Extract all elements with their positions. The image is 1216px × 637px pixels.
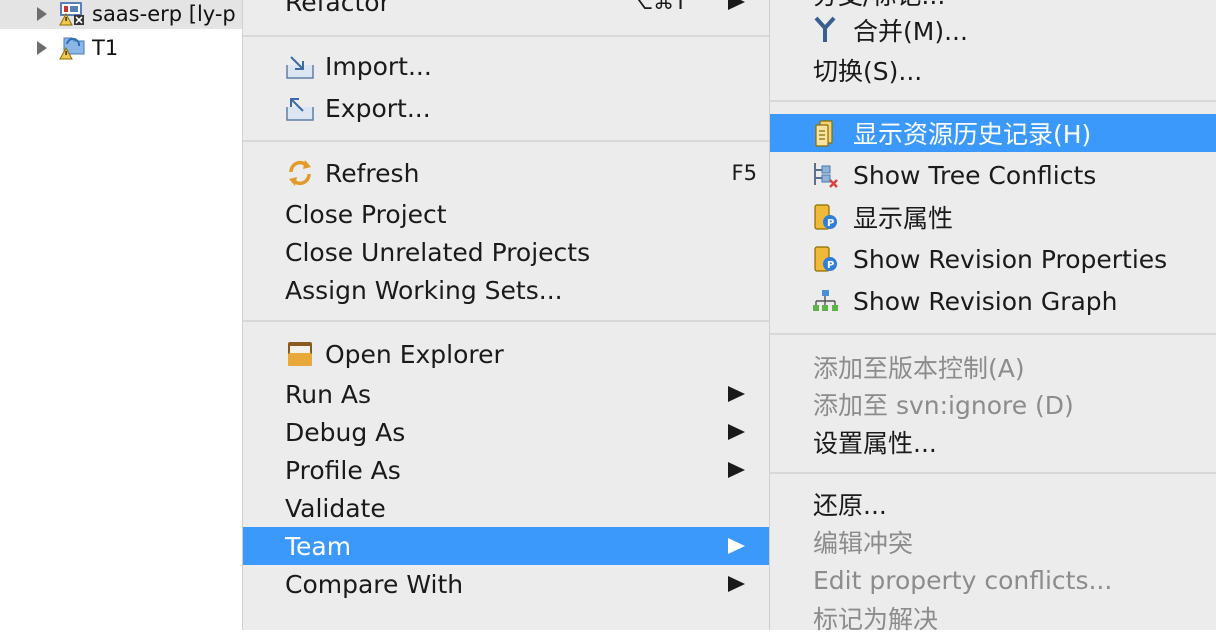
menu-item-label: Profile As: [285, 455, 401, 485]
project-warning-icon: [58, 36, 88, 60]
menu-item-label: 设置属性...: [813, 429, 937, 458]
menu-item-refresh[interactable]: Refresh F5: [243, 154, 769, 192]
submenu-arrow-icon: [728, 462, 745, 478]
menu-item-label: 添加至 svn:ignore (D): [813, 391, 1074, 420]
menu-item-export[interactable]: Export...: [243, 89, 769, 127]
submenu-item-merge[interactable]: 合并(M)...: [770, 11, 1216, 49]
menu-item-close-unrelated-projects[interactable]: Close Unrelated Projects: [243, 233, 769, 271]
menu-item-profile-as[interactable]: Profile As: [243, 451, 769, 489]
menu-item-label: Close Project: [285, 199, 447, 229]
expand-arrow-icon[interactable]: [37, 7, 47, 21]
menu-separator: [243, 140, 769, 142]
expand-arrow-icon[interactable]: [37, 41, 47, 55]
menu-item-shortcut: F5: [731, 161, 757, 185]
menu-item-label: Compare With: [285, 569, 464, 599]
tree-item-label: T1: [92, 36, 119, 60]
menu-item-shortcut: ⌥⌘T: [628, 0, 687, 14]
menu-item-team[interactable]: Team: [243, 527, 769, 565]
menu-item-label: Close Unrelated Projects: [285, 237, 591, 267]
menu-item-label: Validate: [285, 493, 386, 523]
submenu-item-switch[interactable]: 切换(S)...: [770, 51, 1216, 89]
import-icon: [285, 51, 315, 81]
submenu-item-add-to-version-control[interactable]: 添加至版本控制(A): [770, 348, 1216, 386]
submenu-item-show-history[interactable]: 显示资源历史记录(H): [770, 114, 1216, 152]
submenu-item-mark-resolved[interactable]: 标记为解决: [770, 599, 1216, 637]
menu-item-refactor[interactable]: Refactor ⌥⌘T: [243, 0, 769, 21]
submenu-item-edit-property-conflicts[interactable]: Edit property conflicts...: [770, 561, 1216, 599]
menu-item-label: Export...: [325, 93, 431, 123]
tree-item-saas-erp[interactable]: saas-erp [ly-p: [0, 0, 242, 29]
revision-properties-icon: P: [810, 244, 840, 274]
menu-item-label: Assign Working Sets...: [285, 275, 563, 305]
tree-item-label: saas-erp [ly-p: [92, 2, 236, 26]
menu-item-import[interactable]: Import...: [243, 47, 769, 85]
submenu-item-set-property[interactable]: 设置属性...: [770, 423, 1216, 461]
menu-item-close-project[interactable]: Close Project: [243, 195, 769, 233]
menu-item-label: 显示资源历史记录(H): [853, 120, 1092, 149]
tree-item-t1[interactable]: T1: [0, 33, 242, 63]
menu-item-label: 添加至版本控制(A): [813, 354, 1025, 383]
menu-item-label: 还原...: [813, 491, 887, 520]
menu-item-label: Show Tree Conflicts: [853, 160, 1097, 190]
menu-separator: [243, 320, 769, 322]
properties-icon: P: [810, 202, 840, 232]
export-icon: [285, 93, 315, 123]
submenu-item-show-revision-properties[interactable]: P Show Revision Properties: [770, 240, 1216, 278]
menu-item-label: 编辑冲突: [813, 529, 914, 558]
submenu-arrow-icon: [728, 386, 745, 402]
menu-separator: [243, 35, 769, 37]
revision-graph-icon: [810, 286, 840, 316]
submenu-item-add-to-svn-ignore[interactable]: 添加至 svn:ignore (D): [770, 385, 1216, 423]
refresh-icon: [285, 158, 315, 188]
merge-icon: [810, 15, 840, 45]
menu-item-compare-with[interactable]: Compare With: [243, 565, 769, 603]
tree-conflicts-icon: [810, 160, 840, 190]
maven-project-warning-icon: [58, 2, 88, 26]
menu-item-label: 显示属性: [853, 204, 954, 233]
submenu-arrow-icon: [728, 424, 745, 440]
submenu-item-show-properties[interactable]: P 显示属性: [770, 198, 1216, 236]
submenu-arrow-icon: [728, 576, 745, 592]
menu-item-assign-working-sets[interactable]: Assign Working Sets...: [243, 271, 769, 309]
submenu-arrow-icon: [728, 0, 745, 10]
menu-item-label: 切换(S)...: [813, 57, 923, 86]
menu-item-label: Import...: [325, 51, 432, 81]
menu-item-label: Run As: [285, 379, 372, 409]
history-icon: [810, 118, 840, 148]
menu-item-validate[interactable]: Validate: [243, 489, 769, 527]
menu-item-label: Refactor: [285, 0, 390, 17]
menu-item-label: Show Revision Graph: [853, 286, 1118, 316]
svg-text:P: P: [827, 260, 834, 271]
menu-item-label: Refresh: [325, 158, 420, 188]
menu-item-label: Edit property conflicts...: [813, 565, 1113, 595]
menu-item-label: Show Revision Properties: [853, 244, 1168, 274]
folder-icon: [285, 339, 315, 369]
menu-separator: [770, 100, 1216, 102]
menu-item-run-as[interactable]: Run As: [243, 375, 769, 413]
menu-item-open-explorer[interactable]: Open Explorer: [243, 335, 769, 373]
submenu-item-edit-conflicts[interactable]: 编辑冲突: [770, 523, 1216, 561]
menu-separator: [770, 472, 1216, 474]
svg-text:P: P: [827, 218, 834, 229]
menu-item-debug-as[interactable]: Debug As: [243, 413, 769, 451]
team-submenu: 分支/标记... 合并(M)... 切换(S)... 显示资源历史记录(H): [769, 0, 1216, 634]
submenu-item-revert[interactable]: 还原...: [770, 485, 1216, 523]
menu-item-label: Open Explorer: [325, 339, 504, 369]
context-menu: Refactor ⌥⌘T Import... Export... Refresh…: [242, 0, 769, 630]
project-explorer: saas-erp [ly-p T1: [0, 0, 242, 608]
submenu-item-show-revision-graph[interactable]: Show Revision Graph: [770, 282, 1216, 320]
menu-item-label: 合并(M)...: [853, 17, 968, 46]
menu-separator: [770, 333, 1216, 335]
menu-item-label: 标记为解决: [813, 605, 939, 634]
menu-item-label: Debug As: [285, 417, 406, 447]
menu-item-label: Team: [285, 531, 352, 561]
submenu-item-show-tree-conflicts[interactable]: Show Tree Conflicts: [770, 156, 1216, 194]
submenu-arrow-icon: [728, 538, 745, 554]
